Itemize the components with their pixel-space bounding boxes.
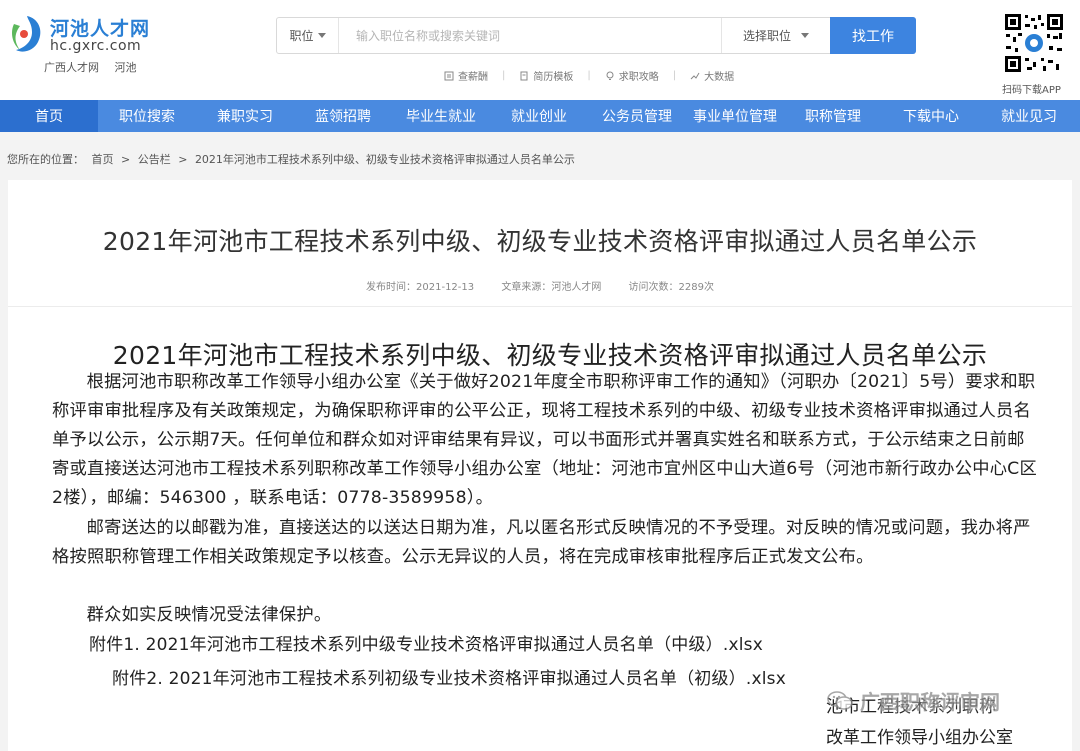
article-meta: 发布时间：2021-12-13 文章来源：河池人才网 访问次数：2289次 <box>8 278 1072 293</box>
position-select-label: 选择职位 <box>742 29 791 43</box>
position-select[interactable]: 选择职位 <box>721 18 830 53</box>
breadcrumb-item-bulletin[interactable]: 公告栏 <box>138 153 171 166</box>
chevron-down-icon <box>317 33 326 38</box>
chart-icon <box>690 72 700 79</box>
bulb-icon <box>606 71 614 80</box>
watermark: 广西职称评审网 <box>826 686 1000 715</box>
separator: | <box>502 70 506 81</box>
breadcrumb-item-current: 2021年河池市工程技术系列中级、初级专业技术资格评审拟通过人员名单公示 <box>194 153 575 166</box>
article-title: 2021年河池市工程技术系列中级、初级专业技术资格评审拟通过人员名单公示 <box>102 227 978 256</box>
paragraph-3: 群众如实反映情况受法律保护。 <box>86 605 332 625</box>
quick-link-resume[interactable]: 简历模板 <box>519 68 573 83</box>
nav-item-blue-collar[interactable]: 蓝领招聘 <box>294 100 392 132</box>
visit-count: 访问次数：2289次 <box>628 282 714 293</box>
logo-sub-right: 河池 <box>114 61 137 74</box>
search-category-dropdown[interactable]: 职位 <box>277 18 339 53</box>
logo-name: 河池人才网 <box>50 18 151 40</box>
chevron-down-icon <box>801 33 809 38</box>
nav-item-downloads[interactable]: 下载中心 <box>882 100 980 132</box>
separator: | <box>587 70 591 81</box>
divider <box>8 306 1072 307</box>
site-logo[interactable]: 河池人才网 hc.gxrc.com 广西人才网 河池 <box>8 8 178 78</box>
find-job-button[interactable]: 找工作 <box>830 17 916 54</box>
quick-link-label: 大数据 <box>704 72 735 83</box>
main-nav: 首页 职位搜索 兼职实习 蓝领招聘 毕业生就业 就业创业 公务员管理 事业单位管… <box>0 100 1080 132</box>
qr-label: 扫码下载APP <box>1002 85 1061 96</box>
nav-item-entrepreneurship[interactable]: 就业创业 <box>490 100 588 132</box>
watermark-text: 广西职称评审网 <box>860 690 1000 714</box>
breadcrumb-item-home[interactable]: 首页 <box>92 153 114 166</box>
breadcrumb: 您所在的位置： 首页 > 公告栏 > 2021年河池市工程技术系列中级、初级专业… <box>7 151 579 167</box>
logo-domain: hc.gxrc.com <box>50 38 142 54</box>
search-category-label: 职位 <box>289 29 314 43</box>
attachment-link-2[interactable]: 附件2. 2021年河池市工程技术系列初级专业技术资格评审拟通过人员名单（初级）… <box>112 664 786 689</box>
breadcrumb-separator: > <box>178 153 188 166</box>
content-area: 您所在的位置： 首页 > 公告栏 > 2021年河池市工程技术系列中级、初级专业… <box>0 132 1080 751</box>
quick-link-label: 简历模板 <box>533 72 574 83</box>
quick-link-label: 查薪酬 <box>458 72 488 83</box>
publish-time: 发布时间：2021-12-13 <box>366 282 475 293</box>
quick-link-bigdata[interactable]: 大数据 <box>690 68 734 83</box>
breadcrumb-prefix: 您所在的位置： <box>7 153 84 166</box>
nav-item-public-institution[interactable]: 事业单位管理 <box>686 100 784 132</box>
search-bar: 职位 选择职位 找工作 <box>276 17 916 54</box>
quick-link-label: 求职攻略 <box>618 72 659 83</box>
quick-links: 查薪酬 | 简历模板 | 求职攻略 | 大数据 <box>444 68 734 83</box>
quick-link-guide[interactable]: 求职攻略 <box>605 68 659 83</box>
wechat-icon <box>827 690 853 710</box>
logo-subtitle: 广西人才网 河池 <box>44 59 149 75</box>
article-source: 文章来源：河池人才网 <box>501 282 602 293</box>
logo-sub-left: 广西人才网 <box>44 61 99 74</box>
nav-item-part-time[interactable]: 兼职实习 <box>196 100 294 132</box>
search-input[interactable] <box>340 18 720 53</box>
qr-code-icon[interactable] <box>1003 12 1065 74</box>
document-icon <box>520 71 528 80</box>
nav-item-home[interactable]: 首页 <box>0 100 98 132</box>
salary-icon <box>444 71 454 80</box>
paragraph-2: 邮寄送达的以邮戳为准，直接送达的以送达日期为准，凡以匿名形式反映情况的不予受理。… <box>52 518 1031 567</box>
signature-line-2: 改革工作领导小组办公室 <box>826 728 1013 748</box>
nav-item-civil-servant[interactable]: 公务员管理 <box>588 100 686 132</box>
attachment-link-1[interactable]: 附件1. 2021年河池市工程技术系列中级专业技术资格评审拟通过人员名单（中级）… <box>89 630 763 655</box>
quick-link-salary[interactable]: 查薪酬 <box>444 68 488 83</box>
nav-item-graduates[interactable]: 毕业生就业 <box>392 100 490 132</box>
paragraph-1: 根据河池市职称改革工作领导小组办公室《关于做好2021年度全市职称评审工作的通知… <box>52 372 1037 508</box>
nav-item-title-management[interactable]: 职称管理 <box>784 100 882 132</box>
separator: | <box>672 70 677 81</box>
site-header: 河池人才网 hc.gxrc.com 广西人才网 河池 职位 选择职位 找工作 查… <box>0 0 1080 100</box>
nav-item-internship[interactable]: 就业见习 <box>980 100 1078 132</box>
article-card: 2021年河池市工程技术系列中级、初级专业技术资格评审拟通过人员名单公示 发布时… <box>8 180 1072 751</box>
nav-item-job-search[interactable]: 职位搜索 <box>98 100 196 132</box>
breadcrumb-separator: > <box>121 153 131 166</box>
logo-mark-icon <box>12 16 41 52</box>
body-title: 2021年河池市工程技术系列中级、初级专业技术资格评审拟通过人员名单公示 <box>112 341 988 370</box>
